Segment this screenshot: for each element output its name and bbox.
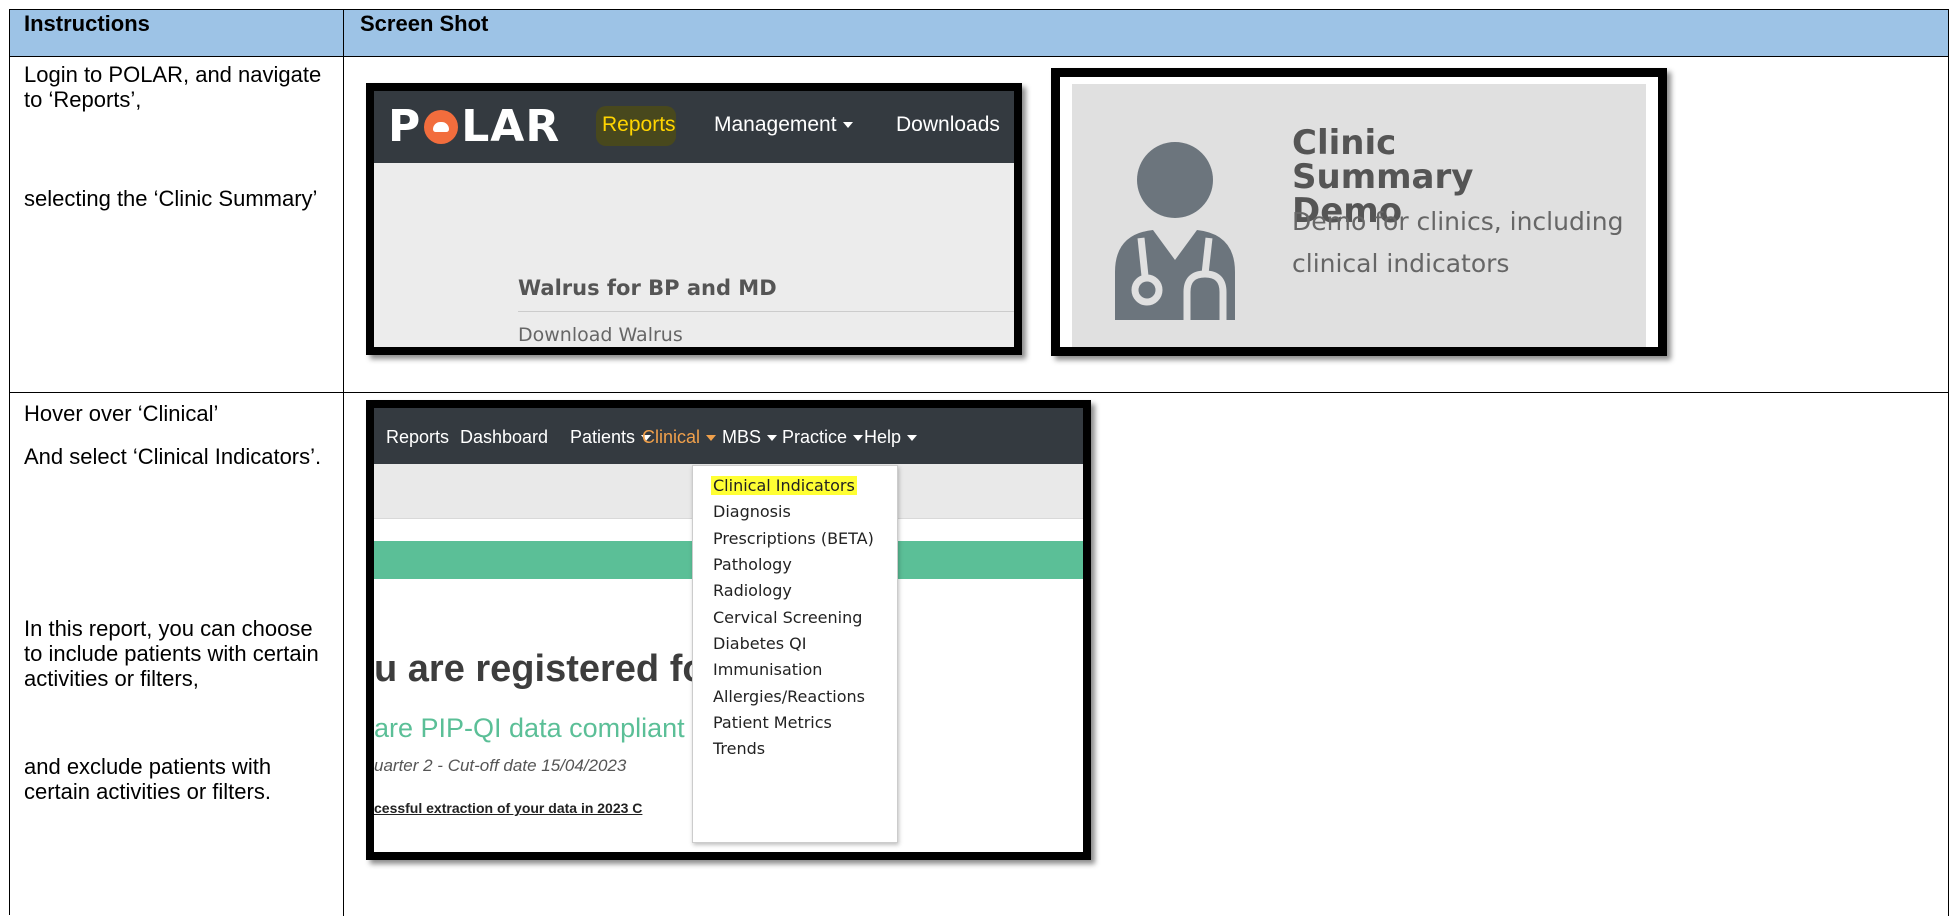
extraction-link[interactable]: cessful extraction of your data in 2023 … — [374, 800, 642, 816]
polar-logo[interactable]: P LAR — [388, 100, 561, 152]
screenshot-clinic-summary-card: Clinic Summary Demo Demo for clinics, in… — [1051, 68, 1667, 356]
instruction-hover-clinical: Hover over ‘Clinical’ — [24, 401, 219, 426]
polar-bear-icon — [424, 110, 459, 144]
nav-clinical-label: Clinical — [642, 427, 701, 447]
chevron-down-icon — [907, 435, 918, 442]
menu-item-cervical-screening[interactable]: Cervical Screening — [713, 608, 862, 627]
doctor-icon — [1115, 142, 1235, 320]
menu-item-trends[interactable]: Trends — [713, 739, 765, 758]
pip-qi-heading: are PIP-QI data compliant — [374, 713, 685, 743]
instruction-include-filters: In this report, you can choose to includ… — [24, 616, 319, 691]
nav-downloads[interactable]: Downloads — [896, 113, 1000, 137]
header-screenshot: Screen Shot — [360, 11, 489, 36]
instruction-exclude-filters: and exclude patients with certain activi… — [24, 754, 272, 804]
screenshot-clinical-menu: Reports Dashboard Patients Clinical MBS … — [366, 400, 1091, 860]
nav-management-label: Management — [714, 113, 837, 136]
polar-navbar: P LAR Reports Management Downloads — [374, 91, 1014, 163]
nav-help[interactable]: Help — [864, 427, 918, 448]
walrus-title: Walrus for BP and MD — [518, 276, 777, 300]
nav-practice[interactable]: Practice — [782, 427, 864, 448]
nav-reports-2[interactable]: Reports — [386, 427, 449, 448]
nav-practice-label: Practice — [782, 427, 848, 447]
menu-item-allergies[interactable]: Allergies/Reactions — [713, 687, 865, 706]
download-walrus-link[interactable]: Download Walrus — [518, 324, 683, 346]
header-instructions: Instructions — [24, 11, 150, 36]
nav-clinical[interactable]: Clinical — [642, 427, 717, 448]
nav-mbs-label: MBS — [722, 427, 762, 447]
table-header-row: Instructions Screen Shot — [10, 10, 1949, 57]
card-description: Demo for clinics, including clinical ind… — [1292, 207, 1624, 278]
walrus-divider — [518, 311, 1014, 312]
registered-heading: u are registered fo — [374, 648, 706, 690]
nav-reports[interactable]: Reports — [602, 113, 676, 137]
row-divider — [10, 392, 1949, 393]
menu-item-clinical-indicators[interactable]: Clinical Indicators — [711, 476, 857, 495]
nav-mbs[interactable]: MBS — [722, 427, 778, 448]
menu-item-diagnosis[interactable]: Diagnosis — [713, 502, 791, 521]
polar-logo-left: P — [388, 100, 422, 152]
nav-patients-label: Patients — [570, 427, 636, 447]
instruction-select-clinic-summary: selecting the ‘Clinic Summary’ — [24, 186, 318, 211]
instruction-select-clinical-indicators: And select ‘Clinical Indicators’. — [24, 444, 322, 469]
chevron-down-icon — [767, 435, 778, 442]
chevron-down-icon — [842, 122, 853, 129]
nav-help-label: Help — [864, 427, 902, 447]
menu-item-prescriptions[interactable]: Prescriptions (BETA) — [713, 529, 874, 548]
menu-item-pathology[interactable]: Pathology — [713, 555, 792, 574]
nav-dashboard[interactable]: Dashboard — [460, 427, 548, 448]
menu-item-patient-metrics[interactable]: Patient Metrics — [713, 713, 832, 732]
quarter-cutoff-text: uarter 2 - Cut-off date 15/04/2023 — [374, 756, 627, 775]
clinic-summary-card[interactable]: Clinic Summary Demo Demo for clinics, in… — [1072, 84, 1646, 347]
menu-item-radiology[interactable]: Radiology — [713, 581, 792, 600]
menu-item-immunisation[interactable]: Immunisation — [713, 660, 822, 679]
chevron-down-icon — [853, 435, 864, 442]
nav-management[interactable]: Management — [714, 113, 853, 137]
clinical-dropdown-menu: Clinical Indicators Diagnosis Prescripti… — [692, 465, 898, 843]
polar-logo-right: LAR — [461, 100, 561, 152]
chevron-down-icon — [706, 435, 717, 442]
column-divider — [343, 10, 344, 916]
instruction-login: Login to POLAR, and navigate to ‘Reports… — [24, 62, 322, 112]
nav-patients[interactable]: Patients — [570, 427, 652, 448]
screenshot-polar-nav: P LAR Reports Management Downloads Walrus… — [366, 83, 1022, 355]
dashboard-navbar: Reports Dashboard Patients Clinical MBS … — [374, 408, 1083, 464]
menu-item-diabetes-qi[interactable]: Diabetes QI — [713, 634, 806, 653]
